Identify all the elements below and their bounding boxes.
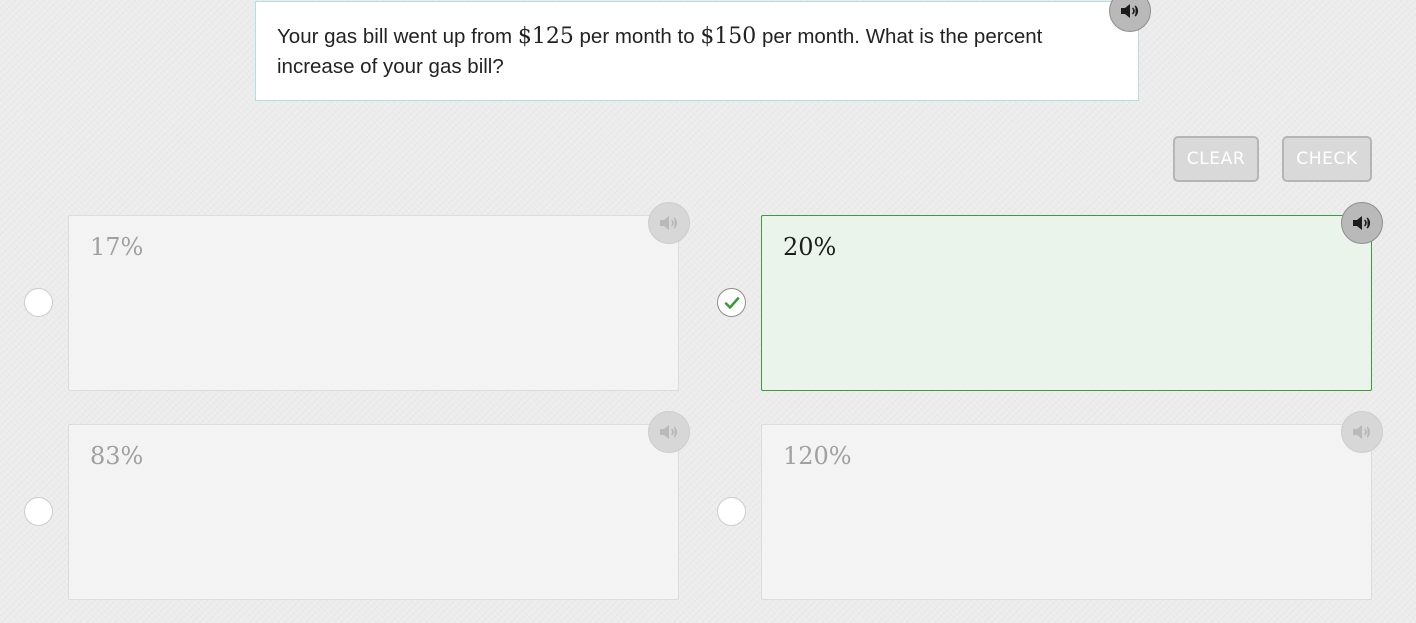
option-label: 20% [783, 233, 837, 261]
speaker-icon [660, 216, 678, 230]
question-value-new: $150 [700, 24, 757, 49]
checkmark-icon [724, 296, 739, 309]
option-audio-button-4[interactable] [1341, 411, 1383, 453]
speaker-icon [1353, 425, 1371, 439]
check-button[interactable]: CHECK [1282, 136, 1372, 182]
question-text-start: Your gas bill went up from [277, 25, 518, 48]
option-radio-3[interactable] [24, 497, 53, 526]
option-audio-button-2[interactable] [1341, 202, 1383, 244]
question-prompt: Your gas bill went up from $125 per mont… [255, 1, 1139, 101]
speaker-icon [660, 425, 678, 439]
option-card-3[interactable]: 83% [68, 424, 679, 600]
option-audio-button-3[interactable] [648, 411, 690, 453]
option-radio-2[interactable] [717, 288, 746, 317]
option-card-1[interactable]: 17% [68, 215, 679, 391]
question-value-old: $125 [517, 24, 574, 49]
speaker-icon [1121, 4, 1139, 18]
speaker-icon [1353, 216, 1371, 230]
question-text-middle: per month to [573, 25, 701, 48]
option-label: 83% [90, 442, 144, 470]
option-audio-button-1[interactable] [648, 202, 690, 244]
option-label: 17% [90, 233, 144, 261]
option-card-4[interactable]: 120% [761, 424, 1372, 600]
option-radio-4[interactable] [717, 497, 746, 526]
option-radio-1[interactable] [24, 288, 53, 317]
option-label: 120% [783, 442, 852, 470]
option-card-2[interactable]: 20% [761, 215, 1372, 391]
clear-button[interactable]: CLEAR [1173, 136, 1259, 182]
